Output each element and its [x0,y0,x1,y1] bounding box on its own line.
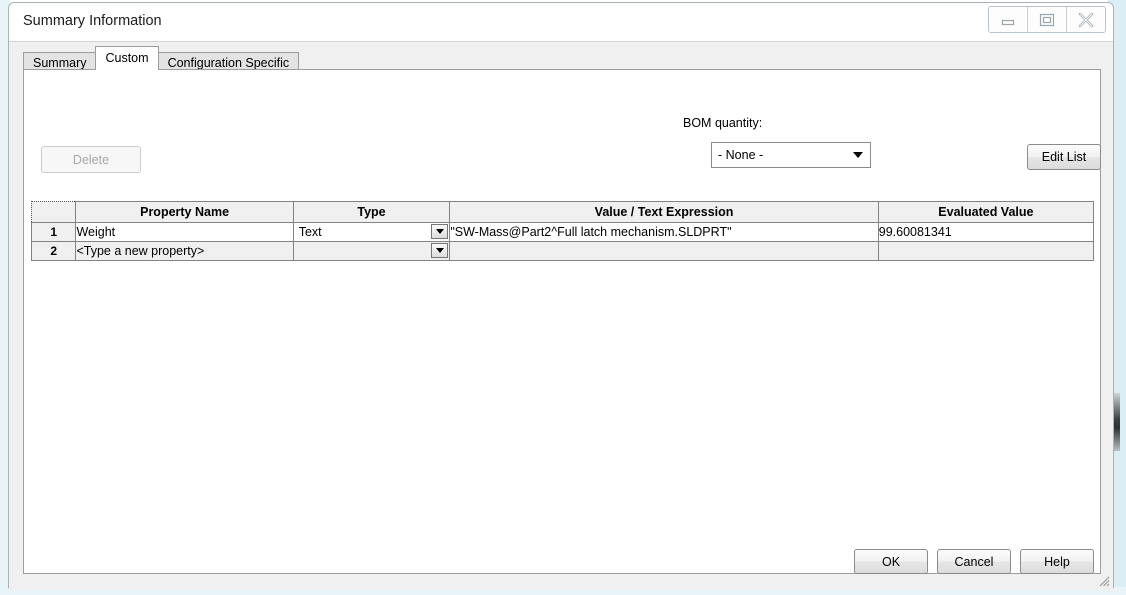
property-name-cell[interactable]: Weight [75,222,294,242]
value-expression-cell[interactable] [449,241,879,261]
tab-custom[interactable]: Custom [95,46,159,70]
type-dropdown-icon[interactable] [431,224,449,239]
custom-properties-table: Property Name Type Value / Text Expressi… [30,201,1095,261]
background-window-edge [1114,393,1120,451]
evaluated-value-cell[interactable] [877,241,1095,261]
maximize-button[interactable] [1028,7,1067,32]
chevron-down-icon [847,144,869,166]
title-bar[interactable]: Summary Information [9,3,1113,42]
row-number-cell[interactable]: 1 [30,222,77,242]
bom-quantity-value: - None - [718,148,764,162]
bom-quantity-label: BOM quantity: [683,116,763,130]
dialog-body: Summary Custom Configuration Specific De… [9,42,1113,590]
column-header-type[interactable]: Type [292,201,451,223]
value-expression-cell[interactable]: "SW-Mass@Part2^Full latch mechanism.SLDP… [449,222,879,242]
close-icon [1078,12,1094,27]
type-cell[interactable]: Text [292,222,451,242]
dialog-footer: OK Cancel Help [9,540,1113,590]
delete-button[interactable]: Delete [41,146,141,173]
close-button[interactable] [1067,7,1105,32]
table-header-row: Property Name Type Value / Text Expressi… [30,201,1095,223]
bom-quantity-select[interactable]: - None - [711,142,871,168]
table-corner-header[interactable] [30,201,77,223]
type-dropdown-icon[interactable] [431,243,449,258]
type-cell[interactable] [292,241,451,261]
evaluated-value-cell[interactable]: 99.60081341 [877,222,1095,242]
minimize-button[interactable] [989,7,1028,32]
tab-custom-label: Custom [105,51,149,65]
column-header-value-text-expression[interactable]: Value / Text Expression [449,201,879,223]
column-header-evaluated-value[interactable]: Evaluated Value [877,201,1095,223]
tab-strip: Summary Custom Configuration Specific [23,46,1101,72]
table-row: 2 <Type a new property> [30,241,1095,261]
cancel-button[interactable]: Cancel [937,549,1011,574]
tab-configuration-specific-label: Configuration Specific [167,56,290,70]
minimize-icon [1001,19,1015,25]
tab-summary-label: Summary [33,56,87,70]
maximize-icon [1039,13,1055,26]
column-header-property-name[interactable]: Property Name [75,201,294,223]
window-title: Summary Information [23,13,162,29]
table-row: 1 Weight Text "SW-Mass@Part2^Full latch … [30,222,1095,242]
row-number-cell[interactable]: 2 [30,241,77,261]
summary-information-dialog: Summary Information Summary Custom Confi… [8,2,1114,590]
window-controls [988,6,1106,33]
custom-tab-panel: Delete BOM quantity: - None - Edit List [23,69,1101,574]
type-cell-value: Text [298,225,322,239]
help-button[interactable]: Help [1020,549,1094,574]
edit-list-button[interactable]: Edit List [1027,144,1101,170]
resize-grip-icon[interactable] [1096,573,1110,587]
ok-button[interactable]: OK [854,549,928,574]
new-property-placeholder-cell[interactable]: <Type a new property> [75,241,294,261]
